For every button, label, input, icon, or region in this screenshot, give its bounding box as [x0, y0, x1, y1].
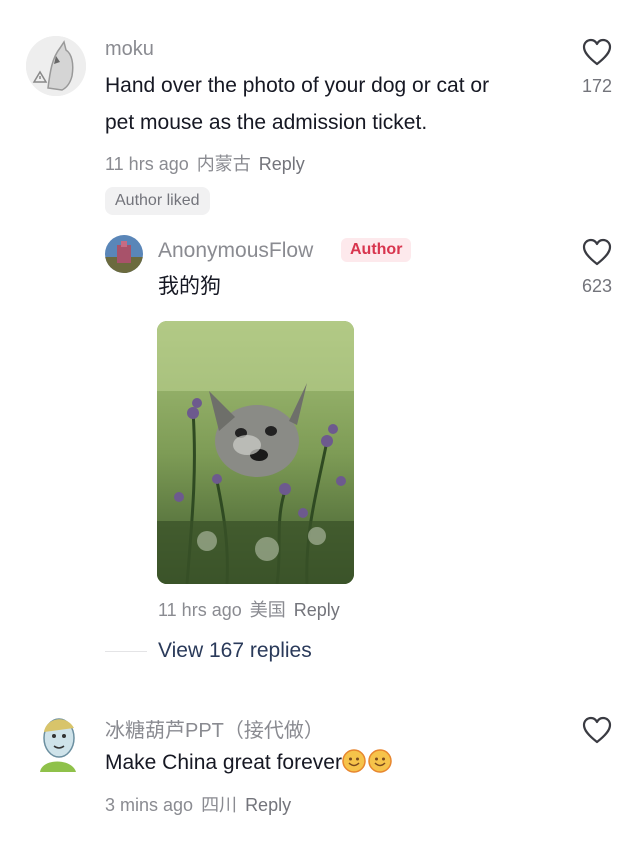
reply-location: 美国	[249, 600, 286, 620]
reply-button[interactable]: Reply	[245, 795, 291, 815]
replies-divider	[105, 651, 147, 652]
reply-meta: 11 hrs ago 美国 Reply	[158, 596, 340, 622]
comment-text-content: Make China great forever	[105, 751, 342, 774]
comment-text: Make China great forever	[105, 745, 392, 781]
smiling-face-emoji-icon	[368, 749, 392, 773]
like-count: 623	[581, 276, 613, 296]
comment-meta: 3 mins ago 四川 Reply	[105, 791, 291, 817]
reply-text: 我的狗	[158, 275, 221, 298]
avatar-cat-sketch-icon	[26, 36, 86, 96]
dog-photo-image	[157, 321, 354, 584]
avatar-landscape-icon	[105, 235, 143, 273]
comment-username[interactable]: 冰糖葫芦PPT（接代做）	[105, 714, 324, 743]
comment-time: 11 hrs ago	[105, 154, 189, 174]
reply-button[interactable]: Reply	[294, 600, 340, 620]
comment-time: 3 mins ago	[105, 795, 194, 815]
comment-location: 内蒙古	[196, 154, 251, 174]
avatar-sketch-face-icon	[32, 712, 82, 772]
avatar-bingtang[interactable]	[32, 712, 82, 772]
avatar-anonymousflow[interactable]	[105, 235, 143, 273]
like-heart-icon[interactable]	[582, 38, 612, 66]
comment-location: 四川	[201, 795, 238, 815]
like-heart-icon[interactable]	[582, 238, 612, 266]
view-replies-button[interactable]: View 167 replies	[158, 639, 312, 663]
comment-text-line-2: pet mouse as the admission ticket.	[105, 111, 428, 134]
smiling-face-emoji-icon	[342, 749, 366, 773]
reply-time: 11 hrs ago	[158, 600, 242, 620]
comment-meta: 11 hrs ago 内蒙古 Reply	[105, 150, 305, 176]
comment-text-line-1: Hand over the photo of your dog or cat o…	[105, 74, 490, 97]
reply-button[interactable]: Reply	[259, 154, 305, 174]
avatar-moku[interactable]	[26, 36, 86, 96]
dog-photo[interactable]	[157, 321, 354, 584]
author-liked-badge: Author liked	[105, 187, 210, 215]
reply-username[interactable]: AnonymousFlow	[158, 239, 313, 263]
like-count: 172	[581, 76, 613, 96]
author-badge: Author	[341, 238, 412, 262]
comment-username[interactable]: moku	[105, 38, 154, 61]
like-heart-icon[interactable]	[582, 716, 612, 744]
